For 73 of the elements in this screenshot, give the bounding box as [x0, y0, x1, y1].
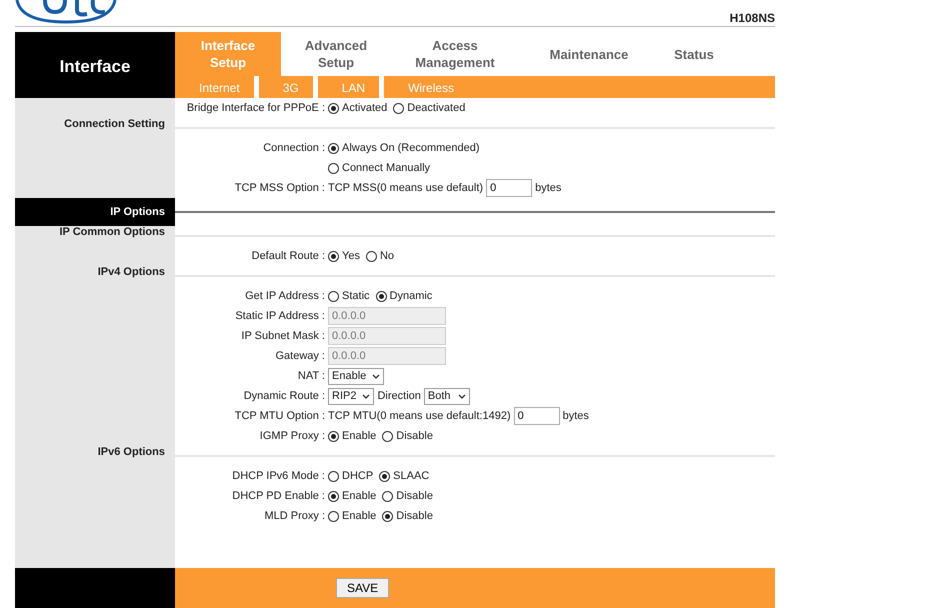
- save-button[interactable]: SAVE: [336, 578, 390, 598]
- radio-label: Dynamic: [390, 290, 432, 302]
- radio-button[interactable]: [328, 470, 339, 482]
- radio-label: Activated: [342, 102, 388, 114]
- field-label: Dynamic Route :: [244, 390, 325, 402]
- logo-icon: [15, 0, 117, 24]
- radio-label: Disable: [396, 430, 433, 442]
- radio-button[interactable]: [328, 490, 339, 502]
- radio-button[interactable]: [366, 250, 377, 262]
- field-label: Get IP Address :: [245, 290, 325, 302]
- radio-label: Disable: [396, 510, 433, 522]
- radio-label: DHCP: [342, 470, 374, 482]
- radio-button[interactable]: [328, 290, 339, 302]
- nav-tab[interactable]: Status: [659, 32, 729, 76]
- model-name: H108NS: [730, 11, 775, 26]
- radio-label: SLAAC: [393, 470, 430, 482]
- field-label: IP Subnet Mask :: [241, 330, 325, 342]
- radio-button[interactable]: [328, 102, 339, 114]
- radio-label: Static: [342, 290, 370, 302]
- field-label: MLD Proxy :: [264, 510, 325, 522]
- radio-label: Yes: [342, 250, 360, 262]
- input-field[interactable]: 0: [514, 407, 560, 425]
- field-text: Direction: [377, 390, 421, 402]
- radio-label: Enable: [342, 510, 376, 522]
- radio-label: Enable: [342, 430, 376, 442]
- radio-button[interactable]: [328, 430, 339, 442]
- field-label: IGMP Proxy :: [260, 430, 325, 442]
- field-label: Static IP Address :: [235, 310, 325, 322]
- radio-button[interactable]: [382, 490, 394, 502]
- radio-button[interactable]: [382, 510, 394, 522]
- section-bar: IP Options: [15, 198, 175, 226]
- field-label: TCP MSS Option :: [234, 182, 325, 194]
- radio-label: Deactivated: [407, 102, 466, 114]
- field-label: DHCP PD Enable :: [232, 490, 325, 502]
- radio-button[interactable]: [328, 142, 339, 154]
- section-title: IPv4 Options: [98, 266, 166, 278]
- dropdown[interactable]: Enable: [328, 368, 384, 384]
- nav-tab[interactable]: Access Management: [391, 32, 519, 76]
- field-text: bytes: [535, 182, 562, 194]
- radio-label: Connect Manually: [342, 162, 430, 174]
- radio-label: Disable: [396, 490, 433, 502]
- radio-button[interactable]: [328, 250, 339, 262]
- radio-button[interactable]: [328, 162, 339, 174]
- field-label: Connection :: [263, 142, 325, 154]
- field-text: bytes: [562, 410, 589, 422]
- field-label: Bridge Interface for PPPoE :: [186, 102, 325, 114]
- radio-label: Enable: [342, 490, 376, 502]
- dropdown[interactable]: Both: [424, 388, 470, 404]
- field-label: Default Route :: [252, 250, 325, 262]
- field-text: TCP MSS(0 means use default): [328, 182, 484, 194]
- caret-icon: [458, 394, 466, 398]
- radio-button[interactable]: [382, 430, 394, 442]
- radio-button[interactable]: [393, 102, 404, 114]
- nav-tab[interactable]: Maintenance: [519, 32, 659, 76]
- section-title: Interface: [15, 32, 175, 98]
- caret-icon: [372, 374, 380, 378]
- input-field[interactable]: 0: [486, 179, 532, 197]
- section-title: IPv6 Options: [98, 446, 166, 458]
- field-label: DHCP IPv6 Mode :: [232, 470, 325, 482]
- radio-button[interactable]: [379, 470, 390, 482]
- radio-button[interactable]: [376, 290, 387, 302]
- nav-tab[interactable]: Advanced Setup: [281, 32, 391, 76]
- caret-icon: [362, 394, 370, 398]
- radio-button[interactable]: [328, 510, 339, 522]
- dropdown[interactable]: RIP2: [328, 388, 374, 404]
- field-text: TCP MTU(0 means use default:1492): [328, 410, 511, 422]
- field-label: TCP MTU Option :: [234, 410, 325, 422]
- radio-label: No: [380, 250, 394, 262]
- field-label: NAT :: [298, 370, 325, 382]
- radio-label: Always On (Recommended): [342, 142, 480, 154]
- section-title: Connection Setting: [64, 118, 166, 130]
- section-title: IP Common Options: [59, 226, 166, 238]
- field-label: Gateway :: [275, 350, 325, 362]
